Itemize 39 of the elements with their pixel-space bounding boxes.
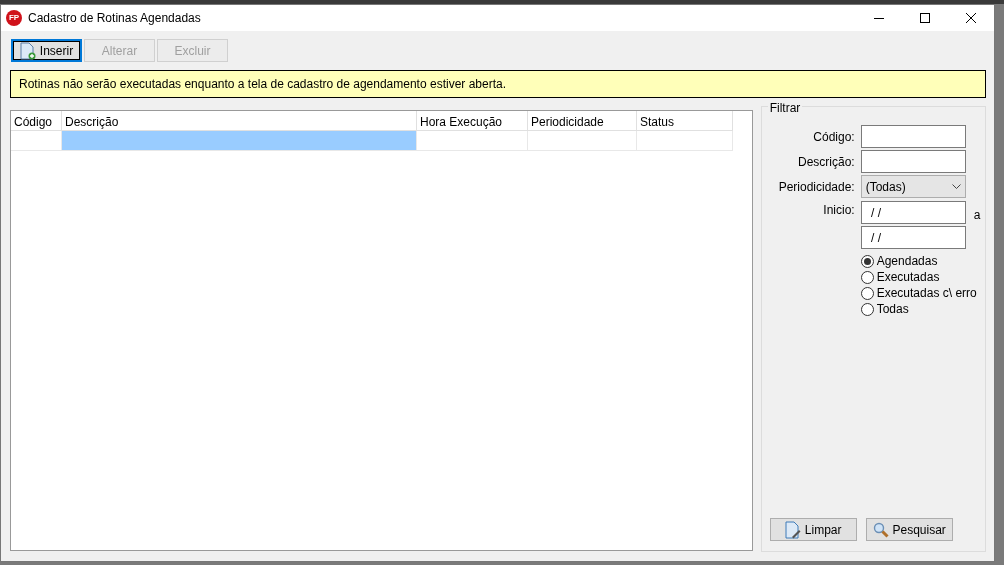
input-field[interactable] xyxy=(860,150,966,173)
app-logo: FP xyxy=(6,10,22,26)
field-label: Periodicidade: xyxy=(777,178,855,196)
radio-label: Executadas xyxy=(876,269,940,286)
column-header[interactable]: Status xyxy=(637,111,733,131)
radio-label: Todas xyxy=(876,301,909,318)
minimize-icon xyxy=(874,17,884,19)
close-icon xyxy=(966,13,976,23)
search-button[interactable]: Pesquisar xyxy=(865,518,953,541)
document-add-icon xyxy=(19,41,36,60)
input-field[interactable] xyxy=(860,125,966,148)
radio-button[interactable] xyxy=(860,270,874,284)
radio-button[interactable] xyxy=(860,302,874,316)
chevron-down-icon xyxy=(951,184,961,189)
table-cell[interactable] xyxy=(417,131,528,151)
document-pen-icon xyxy=(784,520,801,539)
field-label: Inicio: xyxy=(822,202,855,219)
field-label: Descrição: xyxy=(797,153,855,171)
selected-cell[interactable] xyxy=(62,131,417,151)
table-cell[interactable] xyxy=(637,131,733,151)
notice-banner: Rotinas não serão executadas enquanto a tela de cadastro de agendamento estiver aberta. xyxy=(10,70,986,98)
table-cell[interactable] xyxy=(528,131,637,151)
toolbar-button[interactable]: Inserir xyxy=(11,39,82,62)
column-header[interactable]: Hora Execução xyxy=(417,111,528,131)
search-icon xyxy=(872,521,889,538)
date-field[interactable]: / / xyxy=(860,201,966,224)
radio-label: Agendadas xyxy=(876,253,938,270)
date-field[interactable]: / / xyxy=(860,226,966,249)
dropdown[interactable]: (Todas) xyxy=(860,175,966,198)
clear-button[interactable]: Limpar xyxy=(769,518,857,541)
maximize-icon xyxy=(920,13,930,23)
radio-button[interactable] xyxy=(860,254,874,268)
range-separator: a xyxy=(973,207,981,224)
radio-button[interactable] xyxy=(860,286,874,300)
column-header[interactable]: Código xyxy=(11,111,62,131)
column-header[interactable]: Periodicidade xyxy=(528,111,637,131)
radio-label: Executadas c\ erro xyxy=(876,285,977,302)
window-title: Cadastro de Rotinas Agendadas xyxy=(28,10,202,27)
field-label: Código: xyxy=(812,128,855,146)
